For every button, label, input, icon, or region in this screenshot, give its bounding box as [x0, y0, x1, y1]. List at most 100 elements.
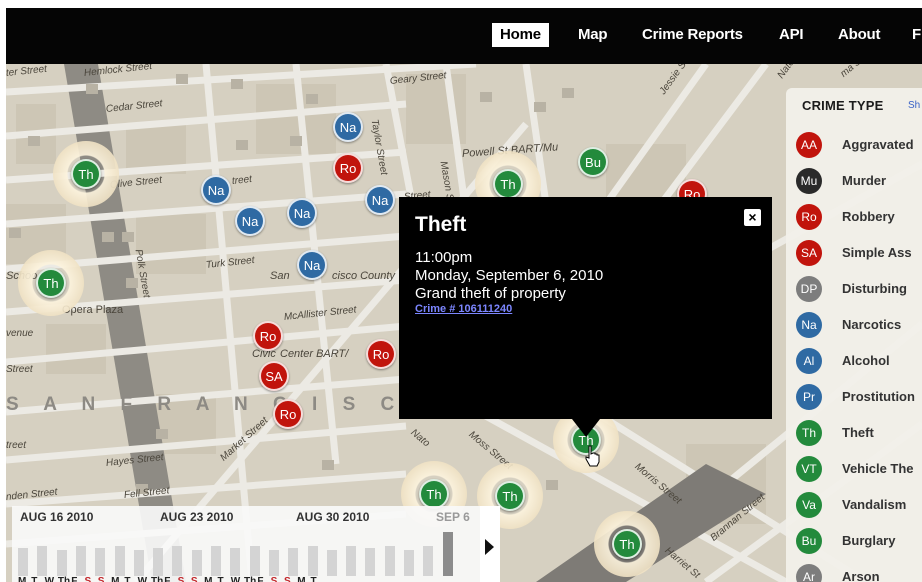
legend-item-arson[interactable]: Ar Arson [796, 564, 922, 582]
area-label: San [270, 270, 290, 282]
timeline-bar[interactable] [37, 546, 48, 576]
crime-marker[interactable]: Th [36, 268, 66, 298]
browser-viewport: Home Map Crime Reports API About F ter S… [6, 8, 922, 582]
legend-item-simple-ass[interactable]: SA Simple Ass [796, 240, 922, 268]
legend-item-prostitution[interactable]: Pr Prostitution [796, 384, 922, 412]
timeline-bar[interactable] [423, 546, 434, 576]
timeline-bar[interactable] [191, 550, 202, 576]
crime-type-legend: CRIME TYPE Sh AA Aggravated Mu Murder Ro Robb… [786, 88, 922, 582]
timeline-day-label[interactable]: F [164, 576, 177, 582]
timeline-bar[interactable] [365, 548, 376, 576]
timeline-bar[interactable] [114, 546, 125, 576]
legend-show-link[interactable]: Sh [908, 100, 920, 111]
timeline-day-label[interactable]: M [111, 576, 124, 582]
crime-marker[interactable]: Na [287, 198, 317, 228]
legend-item-robbery[interactable]: Ro Robbery [796, 204, 922, 232]
nav-about[interactable]: About [830, 23, 888, 47]
crime-marker[interactable]: Ro [333, 153, 363, 183]
timeline-day-label[interactable]: T [31, 576, 44, 582]
timeline-day-label[interactable]: S [191, 576, 204, 582]
crime-marker[interactable]: Na [201, 175, 231, 205]
legend-item-narcotics[interactable]: Na Narcotics [796, 312, 922, 340]
legend-label: Burglary [842, 533, 896, 548]
timeline-bar[interactable] [307, 546, 318, 576]
timeline-day-label[interactable]: S [271, 576, 284, 582]
timeline-day-label[interactable]: W [138, 576, 151, 582]
legend-item-murder[interactable]: Mu Murder [796, 168, 922, 196]
timeline-bar[interactable] [268, 550, 279, 576]
timeline-bar[interactable] [18, 548, 28, 576]
nav-api[interactable]: API [771, 23, 811, 47]
timeline-bar[interactable] [346, 546, 357, 576]
close-icon[interactable]: × [744, 209, 761, 226]
timeline-day-label[interactable]: S [284, 576, 297, 582]
timeline-bar[interactable] [153, 548, 164, 576]
crime-marker[interactable]: SA [259, 361, 289, 391]
timeline-day-label[interactable]: T [124, 576, 137, 582]
crime-marker[interactable]: Ro [253, 321, 283, 351]
timeline-day-label[interactable]: M [204, 576, 217, 582]
timeline-day-label[interactable]: S [98, 576, 111, 582]
nav-more[interactable]: F [904, 23, 922, 47]
legend-label: Vehicle The [842, 461, 914, 476]
timeline-day-label[interactable]: S [178, 576, 191, 582]
timeline-day-label[interactable]: W [45, 576, 58, 582]
crime-marker[interactable]: Na [333, 112, 363, 142]
timeline-bar[interactable] [230, 548, 241, 576]
timeline-day-label[interactable]: Th [58, 576, 71, 582]
hand-cursor-icon [585, 445, 600, 467]
crime-marker[interactable]: Ro [366, 339, 396, 369]
timeline-next-button[interactable] [480, 506, 500, 582]
legend-item-disturbing[interactable]: DP Disturbing [796, 276, 922, 304]
nav-map[interactable]: Map [570, 23, 615, 47]
crime-report-link[interactable]: Crime # 106111240 [415, 303, 512, 315]
timeline-bar[interactable] [404, 550, 414, 576]
timeline-bar[interactable] [384, 546, 395, 576]
timeline-bar[interactable] [133, 550, 144, 576]
timeline-day-label[interactable]: W [231, 576, 244, 582]
legend-item-alcohol[interactable]: Al Alcohol [796, 348, 922, 376]
timeline-day-label[interactable]: T [217, 576, 230, 582]
timeline-bar[interactable] [211, 546, 221, 576]
timeline-bar[interactable] [442, 532, 453, 576]
nav-home[interactable]: Home [492, 23, 549, 47]
crime-marker[interactable]: Bu [578, 147, 608, 177]
crime-marker[interactable]: Na [297, 250, 327, 280]
crime-marker[interactable]: Ro [273, 399, 303, 429]
timeline-bar[interactable] [56, 550, 67, 576]
nav-crime-reports[interactable]: Crime Reports [634, 23, 751, 47]
legend-item-burglary[interactable]: Bu Burglary [796, 528, 922, 556]
crime-popup: × Theft 11:00pm Monday, September 6, 201… [399, 197, 772, 419]
timeline-bar[interactable] [249, 546, 260, 576]
timeline-day-label[interactable]: Th [244, 576, 257, 582]
timeline-day-label[interactable]: Th [151, 576, 164, 582]
crime-marker[interactable]: Th [493, 169, 523, 199]
street-label: treet [6, 440, 27, 451]
crime-marker[interactable]: Th [419, 479, 449, 509]
legend-item-aggravated[interactable]: AA Aggravated [796, 132, 922, 160]
timeline-bar[interactable] [288, 548, 299, 576]
timeline-day-label[interactable]: M [18, 576, 31, 582]
street-label: treet [231, 173, 253, 187]
timeline-day-label[interactable]: F [71, 576, 84, 582]
legend-item-vandalism[interactable]: Va Vandalism [796, 492, 922, 520]
timeline-bar[interactable] [95, 548, 106, 576]
timeline-bar[interactable] [75, 546, 86, 576]
timeline-day-label[interactable]: T [311, 576, 324, 582]
legend-label: Narcotics [842, 317, 902, 332]
timeline-date: AUG 16 2010 [20, 510, 94, 524]
legend-badge: VT [796, 456, 822, 482]
crime-marker[interactable]: Na [235, 206, 265, 236]
timeline-day-label[interactable]: M [297, 576, 310, 582]
legend-item-vehicle-the[interactable]: VT Vehicle The [796, 456, 922, 484]
crime-marker[interactable]: Th [71, 159, 101, 189]
crime-marker[interactable]: Th [612, 529, 642, 559]
street-label: Street [6, 364, 33, 375]
timeline-bar[interactable] [326, 550, 337, 576]
legend-item-theft[interactable]: Th Theft [796, 420, 922, 448]
timeline-day-label[interactable]: S [84, 576, 97, 582]
crime-marker[interactable]: Na [365, 185, 395, 215]
timeline[interactable]: AUG 16 2010 AUG 23 2010 AUG 30 2010 SEP … [12, 506, 480, 582]
timeline-bar[interactable] [172, 546, 183, 576]
timeline-day-label[interactable]: F [257, 576, 270, 582]
